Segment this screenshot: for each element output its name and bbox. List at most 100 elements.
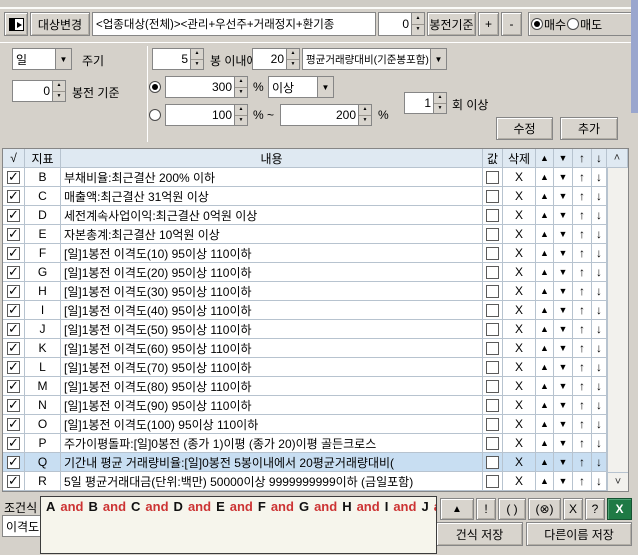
move-up-button[interactable]: ↑ [573, 187, 592, 206]
move-up-button[interactable]: ↑ [573, 301, 592, 320]
move-up-button[interactable]: ↑ [573, 358, 592, 377]
row-enable-checkbox[interactable] [7, 304, 20, 317]
condition-content[interactable]: [일]1봉전 이격도(50) 95이상 110이하 [61, 320, 483, 339]
move-down-button[interactable]: ↓ [592, 434, 607, 453]
value-checkbox[interactable] [486, 342, 499, 355]
avg-count-value[interactable]: 20 [253, 49, 286, 69]
move-bottom-button[interactable]: ▼ [554, 320, 573, 339]
sell-radio[interactable] [567, 18, 579, 30]
table-row[interactable]: B부채비율:최근결산 200% 이하X▲▼↑↓ [3, 168, 607, 187]
range-to-value[interactable]: 200 [281, 105, 358, 125]
condition-content[interactable]: [일]1봉전 이격도(10) 95이상 110이하 [61, 244, 483, 263]
move-up-button[interactable]: ↑ [573, 415, 592, 434]
move-up-button[interactable]: ↑ [573, 377, 592, 396]
move-bottom-button[interactable]: ▼ [554, 225, 573, 244]
move-up-button[interactable]: ↑ [573, 168, 592, 187]
row-enable-checkbox[interactable] [7, 475, 20, 488]
move-bottom-button[interactable]: ▼ [554, 453, 573, 472]
bar-count-value[interactable]: 0 [379, 13, 411, 35]
table-row[interactable]: N[일]1봉전 이격도(90) 95이상 110이하X▲▼↑↓ [3, 396, 607, 415]
move-top-button[interactable]: ▲ [536, 282, 554, 301]
delete-button[interactable]: X [503, 263, 536, 282]
value-checkbox[interactable] [486, 418, 499, 431]
delete-button[interactable]: X [503, 472, 536, 491]
value-checkbox[interactable] [486, 285, 499, 298]
spinner-down-icon[interactable]: ▼ [235, 116, 247, 126]
value-checkbox[interactable] [486, 190, 499, 203]
move-bottom-button[interactable]: ▼ [554, 472, 573, 491]
value-checkbox[interactable] [486, 247, 499, 260]
bar-basis-button[interactable]: 봉전기준 [427, 12, 476, 36]
table-row[interactable]: E자본총계:최근결산 10억원 이상X▲▼↑↓ [3, 225, 607, 244]
compare-combo[interactable]: 이상 ▼ [268, 76, 334, 98]
move-down-button[interactable]: ↓ [592, 263, 607, 282]
table-row[interactable]: H[일]1봉전 이격도(30) 95이상 110이하X▲▼↑↓ [3, 282, 607, 301]
value-checkbox[interactable] [486, 399, 499, 412]
delete-button[interactable]: X [503, 206, 536, 225]
dropdown-arrow-icon[interactable]: ▼ [55, 49, 71, 69]
move-down-button[interactable]: ↓ [592, 320, 607, 339]
condition-content[interactable]: [일]1봉전 이격도(30) 95이상 110이하 [61, 282, 483, 301]
row-enable-checkbox[interactable] [7, 399, 20, 412]
spinner-up-icon[interactable]: ▲ [287, 49, 299, 60]
move-bottom-button[interactable]: ▼ [554, 244, 573, 263]
move-top-button[interactable]: ▲ [536, 244, 554, 263]
delete-button[interactable]: X [503, 225, 536, 244]
move-bottom-button[interactable]: ▼ [554, 434, 573, 453]
table-row[interactable]: M[일]1봉전 이격도(80) 95이상 110이하X▲▼↑↓ [3, 377, 607, 396]
value-checkbox[interactable] [486, 228, 499, 241]
move-bottom-button[interactable]: ▼ [554, 187, 573, 206]
condition-content[interactable]: [일]1봉전 이격도(20) 95이상 110이하 [61, 263, 483, 282]
condition-content[interactable]: [일]1봉전 이격도(90) 95이상 110이하 [61, 396, 483, 415]
move-up-button[interactable]: ↑ [573, 453, 592, 472]
move-top-button[interactable]: ▲ [536, 396, 554, 415]
table-row[interactable]: K[일]1봉전 이격도(60) 95이상 110이하X▲▼↑↓ [3, 339, 607, 358]
row-enable-checkbox[interactable] [7, 171, 20, 184]
move-up-button[interactable]: ↑ [573, 472, 592, 491]
minus-button[interactable]: - [501, 12, 522, 36]
move-bottom-button[interactable]: ▼ [554, 206, 573, 225]
move-down-button[interactable]: ↓ [592, 358, 607, 377]
move-down-button[interactable]: ↓ [592, 244, 607, 263]
move-down-button[interactable]: ↓ [592, 453, 607, 472]
move-top-button[interactable]: ▲ [536, 377, 554, 396]
value-checkbox[interactable] [486, 437, 499, 450]
spinner-down-icon[interactable]: ▼ [412, 25, 424, 36]
delete-button[interactable]: X [503, 282, 536, 301]
condition-content[interactable]: 주가이평돌파:[일]0봉전 (종가 1)이평 (종가 20)이평 골든크로스 [61, 434, 483, 453]
move-down-button[interactable]: ↓ [592, 301, 607, 320]
period-combo[interactable]: 일 ▼ [12, 48, 72, 70]
range-radio[interactable] [149, 109, 161, 121]
move-top-button[interactable]: ▲ [536, 339, 554, 358]
table-row[interactable]: F[일]1봉전 이격도(10) 95이상 110이하X▲▼↑↓ [3, 244, 607, 263]
tool-not-button[interactable]: ! [476, 498, 496, 520]
move-up-button[interactable]: ↑ [573, 282, 592, 301]
table-row[interactable]: R5일 평균거래대금(단위:백만) 50000이상 9999999999이하 (… [3, 472, 607, 491]
move-up-button[interactable]: ↑ [573, 339, 592, 358]
value-checkbox[interactable] [486, 171, 499, 184]
delete-button[interactable]: X [503, 187, 536, 206]
row-enable-checkbox[interactable] [7, 437, 20, 450]
move-top-button[interactable]: ▲ [536, 320, 554, 339]
row-enable-checkbox[interactable] [7, 342, 20, 355]
spinner-up-icon[interactable]: ▲ [412, 13, 424, 25]
dropdown-arrow-icon[interactable]: ▼ [317, 77, 333, 97]
move-up-button[interactable]: ↑ [573, 244, 592, 263]
table-row[interactable]: P주가이평돌파:[일]0봉전 (종가 1)이평 (종가 20)이평 골든크로스X… [3, 434, 607, 453]
move-top-button[interactable]: ▲ [536, 472, 554, 491]
table-row[interactable]: Q기간내 평균 거래량비율:[일]0봉전 5봉이내에서 20평균거래량대비(X▲… [3, 453, 607, 472]
move-bottom-button[interactable]: ▼ [554, 358, 573, 377]
condition-content[interactable]: [일]1봉전 이격도(80) 95이상 110이하 [61, 377, 483, 396]
delete-button[interactable]: X [503, 434, 536, 453]
move-up-button[interactable]: ↑ [573, 396, 592, 415]
move-top-button[interactable]: ▲ [536, 358, 554, 377]
row-enable-checkbox[interactable] [7, 361, 20, 374]
save-as-button[interactable]: 다른이름 저장 [526, 522, 632, 546]
delete-button[interactable]: X [503, 358, 536, 377]
move-bottom-button[interactable]: ▼ [554, 415, 573, 434]
value-checkbox[interactable] [486, 323, 499, 336]
move-bottom-button[interactable]: ▼ [554, 377, 573, 396]
delete-button[interactable]: X [503, 453, 536, 472]
spinner-up-icon[interactable]: ▲ [235, 105, 247, 116]
excel-export-button[interactable]: X [607, 498, 632, 520]
